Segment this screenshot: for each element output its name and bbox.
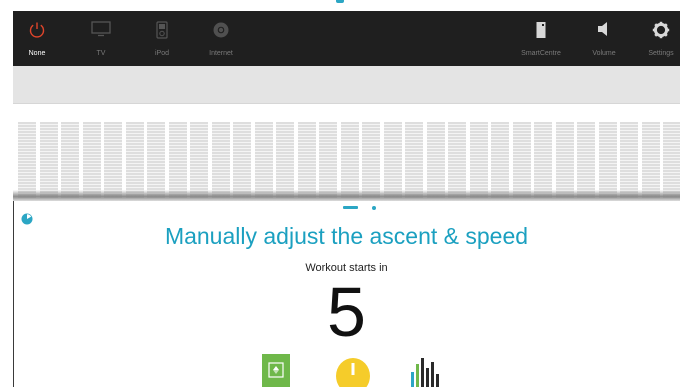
nav-item-smartcentre[interactable]: SmartCentre xyxy=(515,11,567,66)
status-band xyxy=(13,66,680,104)
graph-floor xyxy=(13,190,680,201)
power-icon xyxy=(28,21,46,44)
profile-bar xyxy=(405,122,423,198)
page-indicator-active xyxy=(343,206,358,209)
profile-bar xyxy=(512,122,531,198)
nav-label-volume: Volume xyxy=(592,50,616,57)
profile-bar xyxy=(147,122,165,198)
profile-bar xyxy=(620,122,638,198)
profile-bar xyxy=(104,122,122,198)
profile-bar xyxy=(319,122,337,198)
ipod-icon xyxy=(156,21,168,44)
profile-bar xyxy=(641,122,660,198)
profile-bar xyxy=(168,122,187,198)
profile-bar xyxy=(491,122,509,198)
nav-label-none: None xyxy=(28,50,46,57)
profile-bar xyxy=(18,122,36,198)
profile-bar xyxy=(125,122,144,198)
workout-title: Manually adjust the ascent & speed xyxy=(164,223,529,249)
profile-bar xyxy=(663,122,680,198)
profile-bar xyxy=(383,122,402,198)
page-indicator-dot xyxy=(372,206,376,210)
profile-bar xyxy=(469,122,488,198)
smartcentre-icon xyxy=(535,21,547,44)
profile-bar xyxy=(340,122,359,198)
profile-bar xyxy=(362,122,380,198)
profile-bar xyxy=(61,122,79,198)
nav-item-ipod[interactable]: iPod xyxy=(147,11,177,66)
nav-label-settings: Settings xyxy=(648,50,674,57)
profile-bar xyxy=(233,122,251,198)
profile-bar xyxy=(448,122,466,198)
profile-bar xyxy=(276,122,294,198)
profile-bar xyxy=(534,122,552,198)
nav-item-volume[interactable]: Volume xyxy=(587,11,621,66)
profile-bar xyxy=(297,122,316,198)
volume-icon xyxy=(596,21,612,42)
profile-bar xyxy=(598,122,617,198)
top-cap-indicator xyxy=(336,0,344,3)
profile-bar xyxy=(555,122,574,198)
countdown-number: 5 xyxy=(327,273,366,351)
gear-icon xyxy=(652,21,670,44)
profile-bar xyxy=(82,122,101,198)
nav-item-settings[interactable]: Settings xyxy=(642,11,680,66)
ascent-profile-graph xyxy=(13,104,680,201)
stats-icon[interactable] xyxy=(410,354,440,392)
profile-bar xyxy=(254,122,273,198)
profile-bar xyxy=(211,122,230,198)
nav-item-internet[interactable]: Internet xyxy=(203,11,239,66)
profile-bar xyxy=(577,122,595,198)
profile-bar xyxy=(39,122,58,198)
nav-item-none[interactable]: None xyxy=(20,11,54,66)
nav-label-smartcentre: SmartCentre xyxy=(521,50,561,57)
nav-label-internet: Internet xyxy=(209,50,233,57)
profile-bar xyxy=(190,122,208,198)
manual-mode-icon[interactable] xyxy=(262,354,290,392)
top-navigation-bar: None TV iPod Internet SmartCentre Volume xyxy=(13,11,680,66)
timer-icon[interactable] xyxy=(331,354,375,392)
nav-label-ipod: iPod xyxy=(154,50,169,57)
internet-icon xyxy=(212,21,230,44)
top-cap xyxy=(0,0,680,11)
nav-item-tv[interactable]: TV xyxy=(86,11,116,66)
tv-icon xyxy=(91,21,111,42)
profile-bar xyxy=(426,122,445,198)
nav-label-tv: TV xyxy=(96,50,106,57)
